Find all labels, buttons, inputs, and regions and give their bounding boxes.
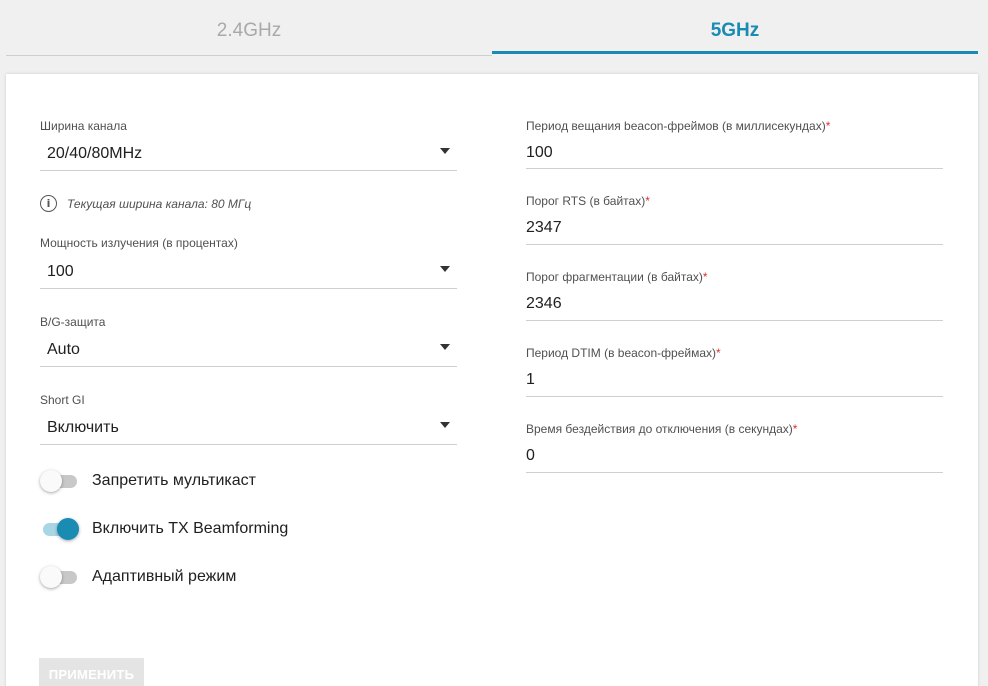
frag-threshold-input[interactable]: 2346 xyxy=(526,294,943,314)
tx-beamforming-label: Включить TX Beamforming xyxy=(92,520,289,537)
toggle-adaptive-mode[interactable]: Адаптивный режим xyxy=(40,566,236,588)
bg-protection-underline xyxy=(40,366,457,367)
tx-power-select[interactable]: Мощность излучения (в процентах) 100 xyxy=(40,236,457,289)
dtim-period-input[interactable]: 1 xyxy=(526,370,943,390)
frag-threshold-underline xyxy=(526,320,943,321)
channel-width-select[interactable]: Ширина канала 20/40/80MHz xyxy=(40,119,457,171)
apply-button[interactable]: ПРИМЕНИТЬ xyxy=(39,658,144,686)
short-gi-label: Short GI xyxy=(40,393,85,407)
frag-threshold-field[interactable]: Порог фрагментации (в байтах)* 2346 xyxy=(526,270,943,321)
info-icon: i xyxy=(40,195,57,212)
tab-5ghz-label: 5GHz xyxy=(710,20,760,41)
channel-width-label: Ширина канала xyxy=(40,119,127,133)
inactivity-time-underline xyxy=(526,472,943,473)
short-gi-select[interactable]: Short GI Включить xyxy=(40,393,457,445)
channel-width-underline xyxy=(40,170,457,171)
required-mark: * xyxy=(645,194,650,208)
rts-threshold-label: Порог RTS (в байтах) xyxy=(526,194,646,208)
chevron-down-icon xyxy=(440,148,450,154)
channel-width-value: 20/40/80MHz xyxy=(47,145,143,162)
tab-2-4ghz-label: 2.4GHz xyxy=(216,19,282,41)
chevron-down-icon xyxy=(440,344,450,350)
required-mark: * xyxy=(702,270,708,284)
beacon-period-label: Период вещания beacon-фреймов (в миллисе… xyxy=(526,119,826,133)
tx-beamforming-switch[interactable] xyxy=(40,518,79,540)
rts-threshold-input[interactable]: 2347 xyxy=(526,218,943,238)
tab-2-4ghz[interactable]: 2.4GHz xyxy=(6,0,492,56)
dtim-period-underline xyxy=(526,396,943,397)
adaptive-mode-label: Адаптивный режим xyxy=(92,568,237,585)
bg-protection-value: Auto xyxy=(47,341,80,358)
tab-5ghz[interactable]: 5GHz xyxy=(492,0,978,56)
inactivity-time-input[interactable]: 0 xyxy=(526,446,943,466)
required-mark: * xyxy=(716,346,721,360)
inactivity-time-field[interactable]: Время бездействия до отключения (в секун… xyxy=(526,422,943,473)
required-mark: * xyxy=(825,119,831,133)
required-mark: * xyxy=(792,422,798,436)
short-gi-underline xyxy=(40,444,457,445)
channel-width-hint-text: Текущая ширина канала: 80 МГц xyxy=(67,196,252,211)
toggle-tx-beamforming[interactable]: Включить TX Beamforming xyxy=(40,518,288,540)
beacon-period-input[interactable]: 100 xyxy=(526,143,943,163)
inactivity-time-label: Время бездействия до отключения (в секун… xyxy=(526,422,793,436)
chevron-down-icon xyxy=(440,266,450,272)
dtim-period-label: Период DTIM (в beacon-фреймах) xyxy=(526,346,716,360)
beacon-period-field[interactable]: Период вещания beacon-фреймов (в миллисе… xyxy=(526,119,943,170)
beacon-period-underline xyxy=(526,168,943,169)
channel-width-hint: i Текущая ширина канала: 80 МГц xyxy=(40,195,251,212)
toggle-disable-multicast[interactable]: Запретить мультикаст xyxy=(40,470,256,492)
rts-threshold-underline xyxy=(526,244,943,245)
band-tabs: 2.4GHz 5GHz xyxy=(6,0,978,56)
short-gi-value: Включить xyxy=(47,419,119,436)
dtim-period-field[interactable]: Период DTIM (в beacon-фреймах)* 1 xyxy=(526,346,943,397)
chevron-down-icon xyxy=(440,422,450,428)
rts-threshold-field[interactable]: Порог RTS (в байтах)* 2347 xyxy=(526,194,943,245)
tx-power-value: 100 xyxy=(47,263,74,280)
tx-power-label: Мощность излучения (в процентах) xyxy=(40,236,238,250)
disable-multicast-switch[interactable] xyxy=(40,470,78,492)
bg-protection-label: B/G-защита xyxy=(40,315,106,329)
disable-multicast-label: Запретить мультикаст xyxy=(92,472,256,489)
bg-protection-select[interactable]: B/G-защита Auto xyxy=(40,315,457,367)
adaptive-mode-switch[interactable] xyxy=(40,566,78,588)
frag-threshold-label: Порог фрагментации (в байтах) xyxy=(526,270,703,284)
tx-power-underline xyxy=(40,288,457,289)
settings-card: Ширина канала 20/40/80MHz i Текущая шири… xyxy=(6,74,978,686)
